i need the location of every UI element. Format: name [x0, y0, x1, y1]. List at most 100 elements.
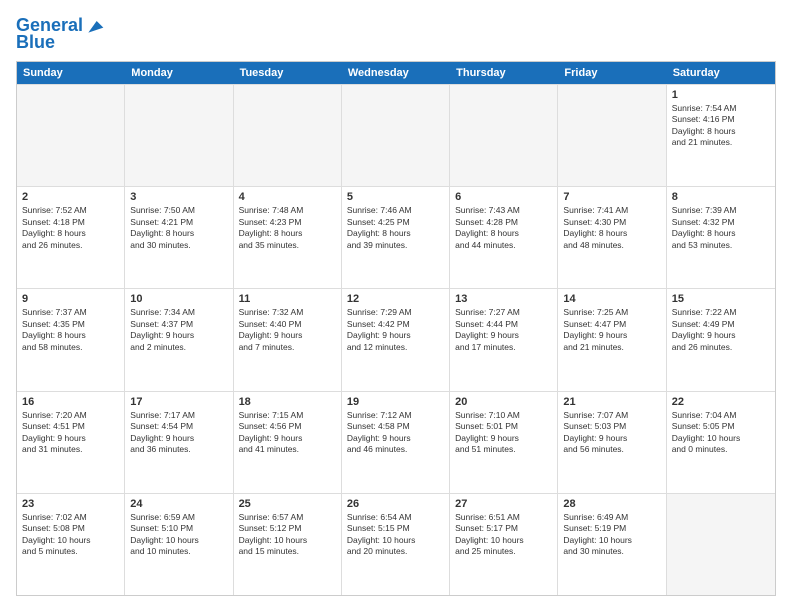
- calendar-cell: 4Sunrise: 7:48 AM Sunset: 4:23 PM Daylig…: [234, 187, 342, 288]
- logo-icon: [85, 16, 105, 36]
- calendar-cell: 7 Sunrise: 7:41 AM Sunset: 4:30 PM Daylig…: [558, 187, 666, 288]
- logo: General Blue: [16, 16, 105, 53]
- day-number: 12: [347, 293, 444, 305]
- cell-sun-info: Sunrise: 7:48 AM Sunset: 4:23 PM Dayligh…: [239, 205, 336, 251]
- cell-sun-info: Sunrise: 7:04 AM Sunset: 5:05 PM Dayligh…: [672, 410, 770, 456]
- cell-sun-info: Sunrise: 6:59 AM Sunset: 5:10 PM Dayligh…: [130, 512, 227, 558]
- calendar-cell: 23 Sunrise: 7:02 AM Sunset: 5:08 PM Dayli…: [17, 494, 125, 595]
- day-number: 21: [563, 396, 660, 408]
- calendar-cell: [234, 85, 342, 186]
- header: General Blue: [16, 16, 776, 53]
- day-number: 16: [22, 396, 119, 408]
- calendar-cell: 6 Sunrise: 7:43 AM Sunset: 4:28 PM Daylig…: [450, 187, 558, 288]
- calendar-row: 23 Sunrise: 7:02 AM Sunset: 5:08 PM Dayli…: [17, 493, 775, 595]
- day-number: 8: [672, 191, 770, 203]
- calendar-cell: [17, 85, 125, 186]
- calendar-cell: 18 Sunrise: 7:15 AM Sunset: 4:56 PM Dayli…: [234, 392, 342, 493]
- day-number: 19: [347, 396, 444, 408]
- calendar-cell: 24 Sunrise: 6:59 AM Sunset: 5:10 PM Dayli…: [125, 494, 233, 595]
- calendar-cell: 1 Sunrise: 7:54 AM Sunset: 4:16 PM Daylig…: [667, 85, 775, 186]
- day-number: 10: [130, 293, 227, 305]
- day-number: 23: [22, 498, 119, 510]
- day-number: 26: [347, 498, 444, 510]
- day-number: 11: [239, 293, 336, 305]
- calendar-cell: [450, 85, 558, 186]
- cell-sun-info: Sunrise: 7:39 AM Sunset: 4:32 PM Dayligh…: [672, 205, 770, 251]
- cell-sun-info: Sunrise: 6:54 AM Sunset: 5:15 PM Dayligh…: [347, 512, 444, 558]
- calendar-cell: 19 Sunrise: 7:12 AM Sunset: 4:58 PM Dayli…: [342, 392, 450, 493]
- weekday-header: Monday: [125, 62, 233, 84]
- day-number: 20: [455, 396, 552, 408]
- calendar-row: 2 Sunrise: 7:52 AM Sunset: 4:18 PM Daylig…: [17, 186, 775, 288]
- calendar-cell: 2 Sunrise: 7:52 AM Sunset: 4:18 PM Daylig…: [17, 187, 125, 288]
- calendar-cell: 3 Sunrise: 7:50 AM Sunset: 4:21 PM Daylig…: [125, 187, 233, 288]
- day-number: 9: [22, 293, 119, 305]
- calendar-cell: 21 Sunrise: 7:07 AM Sunset: 5:03 PM Dayli…: [558, 392, 666, 493]
- weekday-header: Saturday: [667, 62, 775, 84]
- day-number: 22: [672, 396, 770, 408]
- cell-sun-info: Sunrise: 7:41 AM Sunset: 4:30 PM Dayligh…: [563, 205, 660, 251]
- cell-sun-info: Sunrise: 7:20 AM Sunset: 4:51 PM Dayligh…: [22, 410, 119, 456]
- cell-sun-info: Sunrise: 7:32 AM Sunset: 4:40 PM Dayligh…: [239, 307, 336, 353]
- calendar-cell: 16 Sunrise: 7:20 AM Sunset: 4:51 PM Dayli…: [17, 392, 125, 493]
- cell-sun-info: Sunrise: 7:22 AM Sunset: 4:49 PM Dayligh…: [672, 307, 770, 353]
- cell-sun-info: Sunrise: 7:34 AM Sunset: 4:37 PM Dayligh…: [130, 307, 227, 353]
- calendar-cell: 17 Sunrise: 7:17 AM Sunset: 4:54 PM Dayli…: [125, 392, 233, 493]
- day-number: 27: [455, 498, 552, 510]
- day-number: 7: [563, 191, 660, 203]
- cell-sun-info: Sunrise: 7:10 AM Sunset: 5:01 PM Dayligh…: [455, 410, 552, 456]
- day-number: 24: [130, 498, 227, 510]
- cell-sun-info: Sunrise: 7:29 AM Sunset: 4:42 PM Dayligh…: [347, 307, 444, 353]
- calendar-cell: [342, 85, 450, 186]
- calendar-cell: [125, 85, 233, 186]
- cell-sun-info: Sunrise: 7:43 AM Sunset: 4:28 PM Dayligh…: [455, 205, 552, 251]
- day-number: 14: [563, 293, 660, 305]
- day-number: 2: [22, 191, 119, 203]
- cell-sun-info: Sunrise: 6:49 AM Sunset: 5:19 PM Dayligh…: [563, 512, 660, 558]
- calendar-cell: 8 Sunrise: 7:39 AM Sunset: 4:32 PM Daylig…: [667, 187, 775, 288]
- cell-sun-info: Sunrise: 7:15 AM Sunset: 4:56 PM Dayligh…: [239, 410, 336, 456]
- day-number: 3: [130, 191, 227, 203]
- calendar-cell: 15Sunrise: 7:22 AM Sunset: 4:49 PM Dayli…: [667, 289, 775, 390]
- calendar-row: 9 Sunrise: 7:37 AM Sunset: 4:35 PM Daylig…: [17, 288, 775, 390]
- cell-sun-info: Sunrise: 7:50 AM Sunset: 4:21 PM Dayligh…: [130, 205, 227, 251]
- calendar-cell: 12 Sunrise: 7:29 AM Sunset: 4:42 PM Dayli…: [342, 289, 450, 390]
- cell-sun-info: Sunrise: 7:25 AM Sunset: 4:47 PM Dayligh…: [563, 307, 660, 353]
- cell-sun-info: Sunrise: 7:27 AM Sunset: 4:44 PM Dayligh…: [455, 307, 552, 353]
- day-number: 17: [130, 396, 227, 408]
- weekday-header: Friday: [558, 62, 666, 84]
- calendar-cell: 25Sunrise: 6:57 AM Sunset: 5:12 PM Dayli…: [234, 494, 342, 595]
- cell-sun-info: Sunrise: 7:02 AM Sunset: 5:08 PM Dayligh…: [22, 512, 119, 558]
- calendar: SundayMondayTuesdayWednesdayThursdayFrid…: [16, 61, 776, 596]
- cell-sun-info: Sunrise: 6:51 AM Sunset: 5:17 PM Dayligh…: [455, 512, 552, 558]
- calendar-cell: 27 Sunrise: 6:51 AM Sunset: 5:17 PM Dayli…: [450, 494, 558, 595]
- cell-sun-info: Sunrise: 7:07 AM Sunset: 5:03 PM Dayligh…: [563, 410, 660, 456]
- day-number: 13: [455, 293, 552, 305]
- weekday-header: Wednesday: [342, 62, 450, 84]
- calendar-cell: 13 Sunrise: 7:27 AM Sunset: 4:44 PM Dayli…: [450, 289, 558, 390]
- day-number: 28: [563, 498, 660, 510]
- calendar-cell: [558, 85, 666, 186]
- cell-sun-info: Sunrise: 7:17 AM Sunset: 4:54 PM Dayligh…: [130, 410, 227, 456]
- cell-sun-info: Sunrise: 7:54 AM Sunset: 4:16 PM Dayligh…: [672, 103, 770, 149]
- day-number: 6: [455, 191, 552, 203]
- page: General Blue SundayMondayTuesdayWednesda…: [0, 0, 792, 612]
- day-number: 1: [672, 89, 770, 101]
- day-number: 18: [239, 396, 336, 408]
- calendar-cell: 10 Sunrise: 7:34 AM Sunset: 4:37 PM Dayli…: [125, 289, 233, 390]
- weekday-header: Thursday: [450, 62, 558, 84]
- calendar-cell: 26 Sunrise: 6:54 AM Sunset: 5:15 PM Dayli…: [342, 494, 450, 595]
- cell-sun-info: Sunrise: 7:37 AM Sunset: 4:35 PM Dayligh…: [22, 307, 119, 353]
- calendar-cell: 14 Sunrise: 7:25 AM Sunset: 4:47 PM Dayli…: [558, 289, 666, 390]
- day-number: 5: [347, 191, 444, 203]
- weekday-header: Tuesday: [234, 62, 342, 84]
- calendar-cell: 11 Sunrise: 7:32 AM Sunset: 4:40 PM Dayli…: [234, 289, 342, 390]
- cell-sun-info: Sunrise: 7:52 AM Sunset: 4:18 PM Dayligh…: [22, 205, 119, 251]
- weekday-header: Sunday: [17, 62, 125, 84]
- calendar-cell: 22 Sunrise: 7:04 AM Sunset: 5:05 PM Dayli…: [667, 392, 775, 493]
- calendar-body: 1 Sunrise: 7:54 AM Sunset: 4:16 PM Daylig…: [17, 84, 775, 595]
- cell-sun-info: Sunrise: 7:12 AM Sunset: 4:58 PM Dayligh…: [347, 410, 444, 456]
- calendar-cell: 9 Sunrise: 7:37 AM Sunset: 4:35 PM Daylig…: [17, 289, 125, 390]
- cell-sun-info: Sunrise: 7:46 AM Sunset: 4:25 PM Dayligh…: [347, 205, 444, 251]
- calendar-cell: [667, 494, 775, 595]
